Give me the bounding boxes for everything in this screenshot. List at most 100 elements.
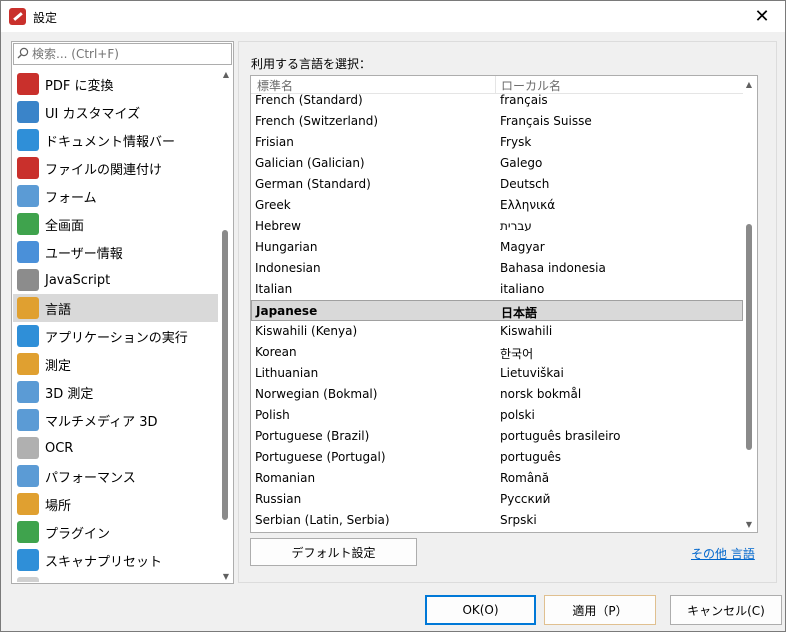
language-standard-name: Portuguese (Brazil) bbox=[255, 429, 370, 443]
language-local-name: Lietuviškai bbox=[500, 366, 564, 380]
language-standard-name: Norwegian (Bokmal) bbox=[255, 387, 378, 401]
sidebar-item[interactable]: パフォーマンス bbox=[13, 462, 218, 490]
language-standard-name: Romanian bbox=[255, 471, 316, 485]
sidebar-item-label: 3D 測定 bbox=[45, 386, 94, 402]
sidebar-item[interactable]: UI カスタマイズ bbox=[13, 98, 218, 126]
measure-3d-icon bbox=[17, 381, 39, 403]
settings-dialog: 設定 ✕ PDF に変換 UI カスタマイズドキュメント情報バーファイルの関連付け… bbox=[0, 0, 786, 632]
sidebar-item[interactable]: アプリケーションの実行 bbox=[13, 322, 218, 350]
close-button[interactable]: ✕ bbox=[739, 1, 785, 32]
sidebar-item[interactable]: OCR bbox=[13, 434, 218, 462]
category-list: PDF に変換 UI カスタマイズドキュメント情報バーファイルの関連付け フォーム全… bbox=[13, 70, 218, 582]
sidebar-item-label: PDF に変換 bbox=[45, 78, 114, 94]
scroll-down-arrow-icon[interactable]: ▼ bbox=[220, 572, 232, 582]
category-scroll-thumb[interactable] bbox=[222, 230, 228, 520]
sidebar-item-label: 全画面 bbox=[45, 218, 85, 234]
language-row[interactable]: Polish polski bbox=[251, 405, 743, 426]
ocr-icon bbox=[17, 437, 39, 459]
language-local-name: polski bbox=[500, 408, 535, 422]
language-local-name: Ελληνικά bbox=[500, 198, 556, 212]
list-scroll-down-arrow-icon[interactable]: ▼ bbox=[743, 520, 755, 530]
column-divider bbox=[495, 76, 496, 94]
category-panel: PDF に変換 UI カスタマイズドキュメント情報バーファイルの関連付けフォーム全… bbox=[11, 41, 234, 584]
language-row[interactable]: French (Switzerland) Français Suisse bbox=[251, 111, 743, 132]
language-local-name: português brasileiro bbox=[500, 429, 621, 443]
sidebar-item-label: ユーザー情報 bbox=[45, 246, 123, 262]
language-standard-name: Polish bbox=[255, 408, 290, 422]
column-header-standard[interactable]: 標準名 bbox=[257, 77, 293, 94]
javascript-icon bbox=[17, 269, 39, 291]
sidebar-item-label: パフォーマンス bbox=[45, 470, 136, 486]
sidebar-item[interactable]: 場所 bbox=[13, 490, 218, 518]
language-row[interactable]: Russian Русский bbox=[251, 489, 743, 510]
language-row[interactable]: Greek Ελληνικά bbox=[251, 195, 743, 216]
sidebar-item-label: スキャナプリセット bbox=[45, 554, 163, 570]
sidebar-item[interactable]: JavaScript bbox=[13, 266, 218, 294]
sidebar-item-label: プラグイン bbox=[45, 526, 111, 542]
language-row[interactable]: Hungarian Magyar bbox=[251, 237, 743, 258]
language-row[interactable]: German (Standard) Deutsch bbox=[251, 174, 743, 195]
language-row[interactable]: Korean 한국어 bbox=[251, 342, 743, 363]
search-input[interactable] bbox=[32, 46, 227, 62]
language-row[interactable]: Kiswahili (Kenya) Kiswahili bbox=[251, 321, 743, 342]
search-box[interactable] bbox=[13, 43, 232, 65]
title-bar: 設定 ✕ bbox=[1, 1, 785, 32]
pdf-convert-icon bbox=[17, 73, 39, 95]
sidebar-item[interactable]: 3D 測定 bbox=[13, 378, 218, 406]
language-row[interactable]: Serbian (Latin, Serbia) Srpski bbox=[251, 510, 743, 531]
sidebar-item[interactable]: フォーム bbox=[13, 182, 218, 210]
language-row[interactable]: Portuguese (Brazil) português brasileiro bbox=[251, 426, 743, 447]
cancel-button[interactable]: キャンセル(C) bbox=[670, 595, 782, 625]
plugin-icon bbox=[17, 521, 39, 543]
sidebar-item-label: 言語 bbox=[45, 302, 72, 318]
window-title: 設定 bbox=[33, 11, 58, 25]
language-standard-name: Serbian (Latin, Serbia) bbox=[255, 513, 390, 527]
language-row[interactable]: Galician (Galician) Galego bbox=[251, 153, 743, 174]
language-select-label: 利用する言語を選択： bbox=[251, 57, 372, 71]
language-local-name: Kiswahili bbox=[500, 324, 553, 338]
sidebar-item[interactable]: 全画面 bbox=[13, 210, 218, 238]
sidebar-item[interactable]: ファイルの関連付け bbox=[13, 154, 218, 182]
language-standard-name: Russian bbox=[255, 492, 302, 506]
language-list[interactable]: French (Standard) français French (Switzer… bbox=[250, 75, 758, 533]
sidebar-item[interactable]: 測定 bbox=[13, 350, 218, 378]
language-row[interactable]: Japanese 日本語 bbox=[251, 300, 743, 321]
sidebar-item[interactable]: マルチメディア 3D bbox=[13, 406, 218, 434]
language-row[interactable]: Portuguese (Portugal) português bbox=[251, 447, 743, 468]
sidebar-item[interactable]: プラグイン bbox=[13, 518, 218, 546]
language-standard-name: Hungarian bbox=[255, 240, 318, 254]
column-header-local[interactable]: ローカル名 bbox=[501, 77, 561, 94]
language-row[interactable]: Italian italiano bbox=[251, 279, 743, 300]
language-row[interactable]: Romanian Română bbox=[251, 468, 743, 489]
sidebar-item[interactable] bbox=[13, 574, 218, 582]
language-standard-name: Portuguese (Portugal) bbox=[255, 450, 386, 464]
language-local-name: Galego bbox=[500, 156, 543, 170]
sidebar-item[interactable]: スキャナプリセット bbox=[13, 546, 218, 574]
language-standard-name: German (Standard) bbox=[255, 177, 371, 191]
apply-button[interactable]: 適用（P） bbox=[544, 595, 656, 625]
category-scrollbar[interactable]: ▲ ▼ bbox=[220, 70, 232, 582]
language-local-name: italiano bbox=[500, 282, 545, 296]
other-languages-link[interactable]: その他 言語 bbox=[691, 545, 755, 562]
default-settings-button[interactable]: デフォルト設定 bbox=[250, 538, 417, 566]
language-standard-name: French (Standard) bbox=[255, 93, 363, 107]
language-row[interactable]: Indonesian Bahasa indonesia bbox=[251, 258, 743, 279]
sidebar-item[interactable]: ユーザー情報 bbox=[13, 238, 218, 266]
language-row[interactable]: Norwegian (Bokmal) norsk bokmål bbox=[251, 384, 743, 405]
app-logo-icon bbox=[9, 8, 26, 25]
ui-customize-icon bbox=[17, 101, 39, 123]
sidebar-item[interactable]: ドキュメント情報バー bbox=[13, 126, 218, 154]
sidebar-item[interactable]: PDF に変換 bbox=[13, 70, 218, 98]
sidebar-item-label: ドキュメント情報バー bbox=[45, 134, 176, 150]
language-row[interactable]: Frisian Frysk bbox=[251, 132, 743, 153]
language-row[interactable]: Lithuanian Lietuviškai bbox=[251, 363, 743, 384]
language-row[interactable]: Hebrew עברית bbox=[251, 216, 743, 237]
ok-button[interactable]: OK(O) bbox=[425, 595, 536, 625]
list-scroll-up-arrow-icon[interactable]: ▲ bbox=[743, 80, 755, 90]
sidebar-item[interactable]: 言語 bbox=[13, 294, 218, 322]
language-standard-name: French (Switzerland) bbox=[255, 114, 379, 128]
location-icon bbox=[17, 493, 39, 515]
language-local-name: Srpski bbox=[500, 513, 537, 527]
scroll-up-arrow-icon[interactable]: ▲ bbox=[220, 70, 232, 80]
language-scroll-thumb[interactable] bbox=[746, 224, 752, 450]
